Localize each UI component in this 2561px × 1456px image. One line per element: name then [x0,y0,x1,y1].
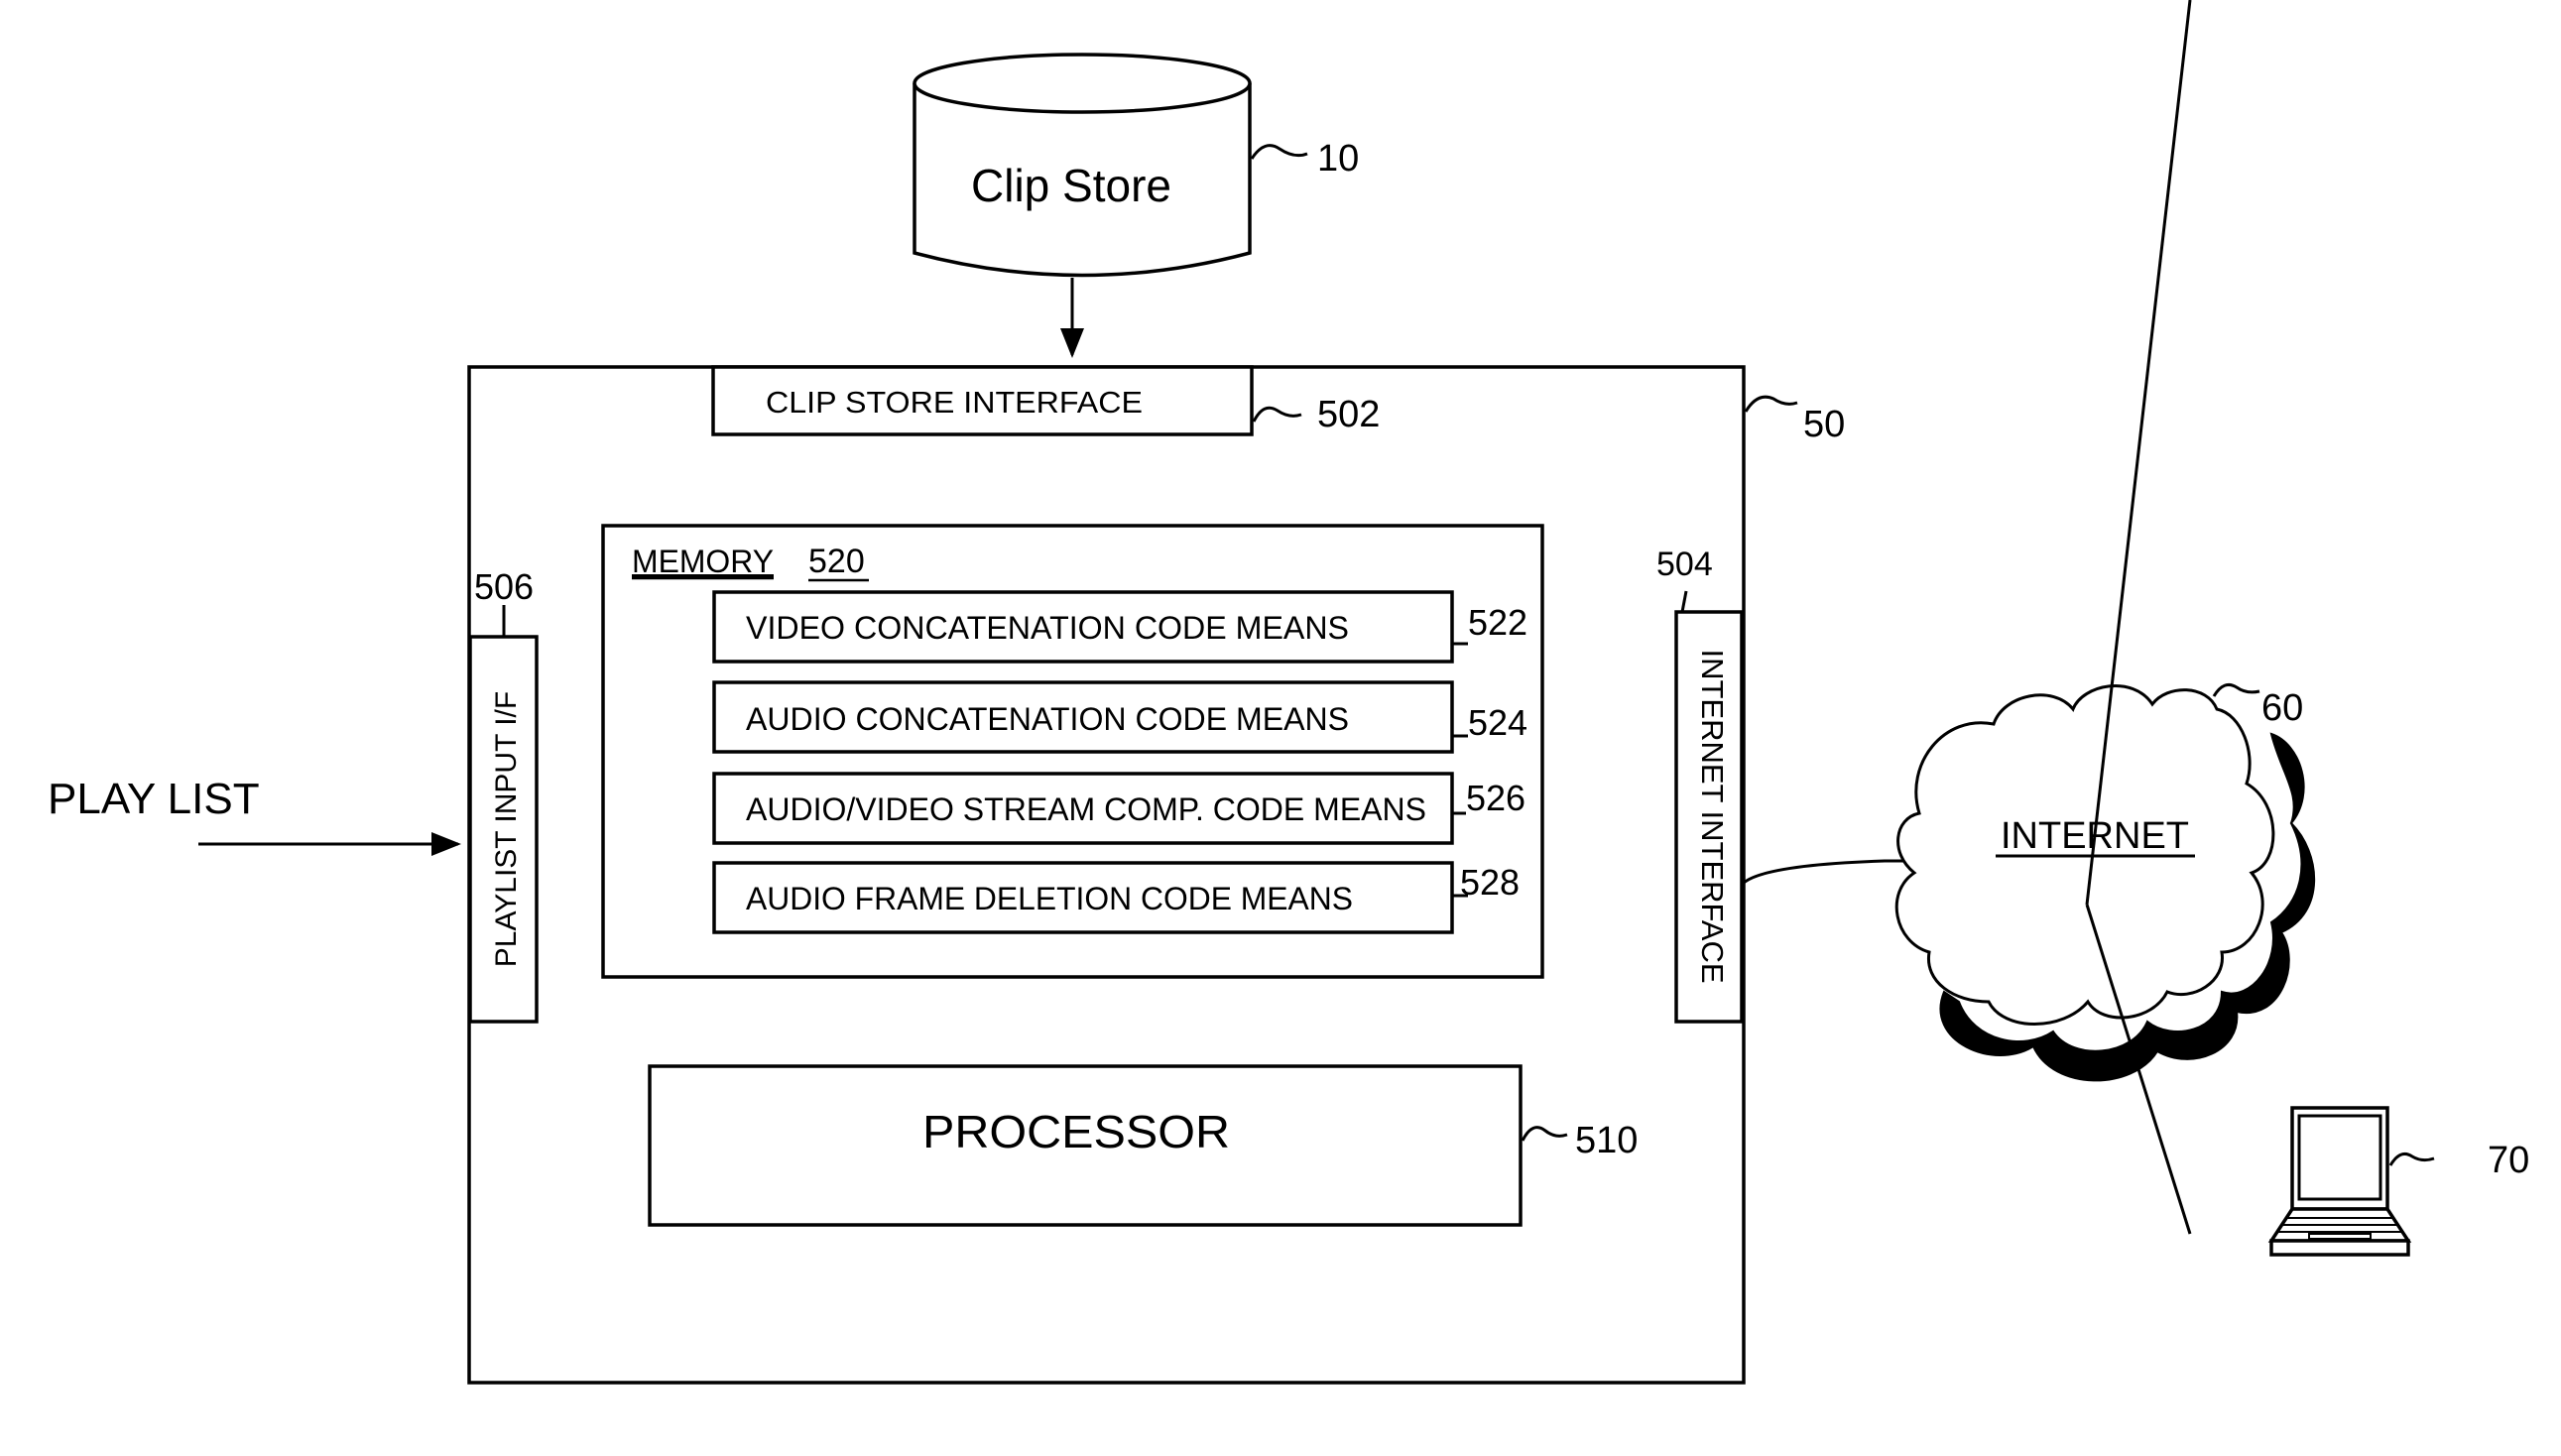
laptop-screen [2297,1114,2382,1201]
leader-60 [2212,683,2260,697]
module-audio-concatenation: AUDIO CONCATENATION CODE MEANS 524 [712,680,1527,754]
module-av-stream-comp: AUDIO/VIDEO STREAM COMP. CODE MEANS 526 [712,772,1525,845]
internet-link [1743,859,1909,885]
module-video-concatenation: VIDEO CONCATENATION CODE MEANS 522 [712,590,1527,664]
ref-60: 60 [2261,687,2303,729]
leader-50 [1744,395,1798,413]
ref-524: 524 [1468,702,1527,743]
ref-528: 528 [1460,862,1520,903]
ref-526: 526 [1466,778,1525,818]
memory-label: MEMORY [632,544,774,579]
ref-50: 50 [1803,404,1845,445]
module-label: AUDIO FRAME DELETION CODE MEANS [746,881,1353,916]
play-list-label: PLAY LIST [48,775,260,823]
database-top [913,53,1252,114]
ref-70: 70 [2488,1140,2529,1181]
playlist-input-label: PLAYLIST INPUT I/F [490,691,523,967]
module-label: AUDIO/VIDEO STREAM COMP. CODE MEANS [746,791,1426,827]
ref-504: 504 [1656,546,1713,583]
memory-ref: 520 [808,543,865,580]
processor-label: PROCESSOR [922,1106,1230,1157]
clip-store-label: Clip Store [971,160,1171,211]
clip-store-interface-label: CLIP STORE INTERFACE [766,385,1143,420]
ref-522: 522 [1468,602,1527,643]
clip-store-database: Clip Store [913,53,1252,278]
module-audio-frame-deletion: AUDIO FRAME DELETION CODE MEANS 528 [712,861,1520,934]
internet-interface-label: INTERNET INTERFACE [1695,649,1730,983]
ref-10: 10 [1317,138,1359,180]
leader-70 [2388,1153,2435,1166]
laptop-client [2267,1106,2412,1257]
ref-510: 510 [1575,1120,1638,1161]
leader-10 [1250,144,1308,160]
laptop-touchpad [2308,1233,2372,1240]
module-label: AUDIO CONCATENATION CODE MEANS [746,701,1349,737]
ref-502: 502 [1317,394,1380,435]
module-label: VIDEO CONCATENATION CODE MEANS [746,610,1349,646]
system-block-diagram: Clip Store 10 50 CLIP STORE INTERFACE 50… [48,0,2529,1385]
ref-506: 506 [474,566,534,607]
laptop-base [2269,1239,2410,1257]
